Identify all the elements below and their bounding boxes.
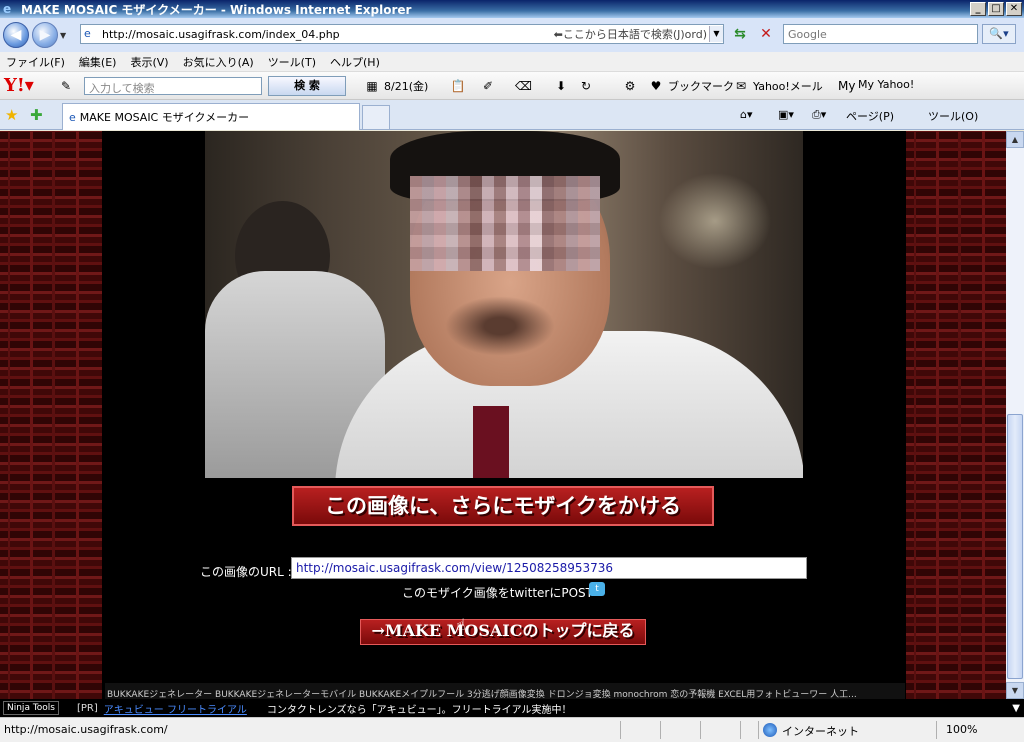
ninja-tools-bar: Ninja Tools [PR] アキュビュー フリートライアル コンタクトレン… (0, 699, 1024, 717)
security-zone: インターネット (782, 725, 859, 738)
menu-tools[interactable]: ツール(T) (268, 54, 316, 70)
title-bar: e MAKE MOSAIC モザイクメーカー - Windows Interne… (0, 0, 1024, 18)
address-url[interactable]: http://mosaic.usagifrask.com/index_04.ph… (102, 28, 554, 41)
image-url-label: この画像のURL : (200, 565, 292, 579)
page-icon: e (84, 27, 91, 40)
new-tab-button[interactable] (362, 105, 390, 129)
scroll-up-button[interactable]: ▲ (1006, 131, 1024, 148)
clipboard-icon[interactable]: 📋 (450, 78, 466, 94)
ninja-tools-logo[interactable]: Ninja Tools (3, 701, 59, 715)
ninja-close-icon[interactable]: ▼ (1012, 703, 1020, 714)
menu-help[interactable]: ヘルプ(H) (330, 54, 380, 70)
tab-title: MAKE MOSAIC モザイクメーカー (79, 111, 250, 124)
print-icon[interactable]: ⎙▾ (812, 108, 826, 122)
mouse-cursor-icon: ☝ (456, 615, 466, 634)
image-url-field[interactable]: http://mosaic.usagifrask.com/view/125082… (291, 557, 807, 579)
pencil-icon[interactable]: ✎ (58, 78, 74, 94)
page-menu[interactable]: ページ(P) (846, 108, 894, 124)
history-dropdown[interactable]: ▼ (60, 31, 70, 40)
tools-menu[interactable]: ツール(O) (928, 108, 978, 124)
stop-icon[interactable]: ✕ (756, 26, 776, 44)
scroll-thumb[interactable] (1007, 414, 1023, 679)
ad-link[interactable]: アキュビュー フリートライアル (104, 701, 247, 716)
mosaic-photo (205, 131, 803, 478)
close-button[interactable]: ✕ (1006, 2, 1022, 16)
address-dropdown[interactable]: ▼ (709, 26, 723, 42)
my-yahoo-menu[interactable]: My Yahoo! (858, 78, 914, 91)
search-input[interactable]: Google (783, 24, 978, 44)
my-yahoo-icon: My (838, 79, 856, 93)
menu-favorites[interactable]: お気に入り(A) (183, 54, 254, 70)
vertical-scrollbar[interactable]: ▲ ▼ (1006, 131, 1024, 699)
ie-icon: e (3, 2, 12, 16)
add-favorite-icon[interactable]: ✚ (30, 106, 43, 124)
bookmark-icon: ♥ (650, 79, 662, 93)
pr-label: [PR] (76, 702, 98, 714)
refresh-icon[interactable]: ⇆ (730, 26, 750, 44)
back-button[interactable]: ◀ (3, 22, 29, 48)
yahoo-toolbar: Y!▾ ✎ 入力して検索 検 索 ▦ 8/21(金) 📋 ✐ ⌫ ⬇ ↻ ⚙ ♥… (0, 72, 1024, 100)
address-search-hint: ⬅ここから日本語で検索(J)ord) (553, 28, 707, 41)
menu-edit[interactable]: 編集(E) (79, 54, 117, 70)
calendar-icon: ▦ (366, 79, 378, 93)
twitter-icon[interactable]: t (589, 582, 605, 596)
menu-bar: ファイル(F) 編集(E) 表示(V) お気に入り(A) ツール(T) ヘルプ(… (0, 52, 1024, 72)
home-icon[interactable]: ⌂▾ (740, 108, 753, 121)
yahoo-search-button[interactable]: 検 索 (268, 76, 346, 96)
address-toolbar: ◀ ▶ ▼ e http://mosaic.usagifrask.com/ind… (0, 18, 1024, 52)
feed-icon[interactable]: ▣▾ (778, 108, 794, 121)
window-controls: _ □ ✕ (970, 2, 1022, 16)
address-bar[interactable]: e http://mosaic.usagifrask.com/index_04.… (80, 24, 724, 44)
search-button[interactable]: 🔍▾ (982, 24, 1016, 44)
tab-active[interactable]: e MAKE MOSAIC モザイクメーカー (62, 103, 360, 130)
favorites-star-icon[interactable]: ★ (5, 106, 18, 124)
twitter-post-link[interactable]: このモザイク画像をtwitterにPOST→ (402, 584, 603, 601)
menu-view[interactable]: 表示(V) (130, 54, 168, 70)
footer-links[interactable]: BUKKAKEジェネレーター BUKKAKEジェネレーターモバイル BUKKAK… (105, 683, 905, 699)
mail-icon: ✉ (735, 79, 747, 93)
highlighter-icon[interactable]: ✐ (480, 78, 496, 94)
minimize-button[interactable]: _ (970, 2, 986, 16)
refresh-page-icon[interactable]: ↻ (578, 78, 594, 94)
page-content: この画像に、さらにモザイクをかける この画像のURL : http://mosa… (0, 131, 1006, 699)
settings-icon[interactable]: ⚙ (622, 78, 638, 94)
menu-file[interactable]: ファイル(F) (6, 54, 65, 70)
tab-page-icon: e (69, 110, 76, 124)
calendar-date[interactable]: 8/21(金) (384, 78, 428, 94)
download-icon[interactable]: ⬇ (553, 78, 569, 94)
right-brick-border (906, 131, 1006, 699)
bookmarks-menu[interactable]: ブックマーク (668, 78, 734, 94)
globe-icon (763, 723, 777, 737)
ad-text: コンタクトレンズなら「アキュビュー」。フリートライアル実施中！ (266, 704, 572, 716)
apply-more-mosaic-button[interactable]: この画像に、さらにモザイクをかける (292, 486, 714, 526)
maximize-button[interactable]: □ (988, 2, 1004, 16)
yahoo-logo-icon[interactable]: Y!▾ (4, 75, 40, 96)
tab-bar: ★ ✚ e MAKE MOSAIC モザイクメーカー ⌂▾ ▣▾ ⎙▾ ページ(… (0, 100, 1024, 130)
status-bar: http://mosaic.usagifrask.com/ インターネット 10… (0, 717, 1024, 742)
left-brick-border (0, 131, 102, 699)
back-to-top-button[interactable]: →MAKE MOSAICのトップに戻る (360, 619, 646, 645)
status-url: http://mosaic.usagifrask.com/ (4, 723, 168, 736)
zoom-level[interactable]: 100% (946, 723, 977, 736)
window-title: MAKE MOSAIC モザイクメーカー - Windows Internet … (21, 2, 412, 17)
yahoo-mail-menu[interactable]: Yahoo!メール (753, 78, 823, 94)
forward-button[interactable]: ▶ (32, 22, 58, 48)
eraser-icon[interactable]: ⌫ (515, 78, 532, 94)
yahoo-search-input[interactable]: 入力して検索 (84, 77, 262, 95)
scroll-down-button[interactable]: ▼ (1006, 682, 1024, 699)
